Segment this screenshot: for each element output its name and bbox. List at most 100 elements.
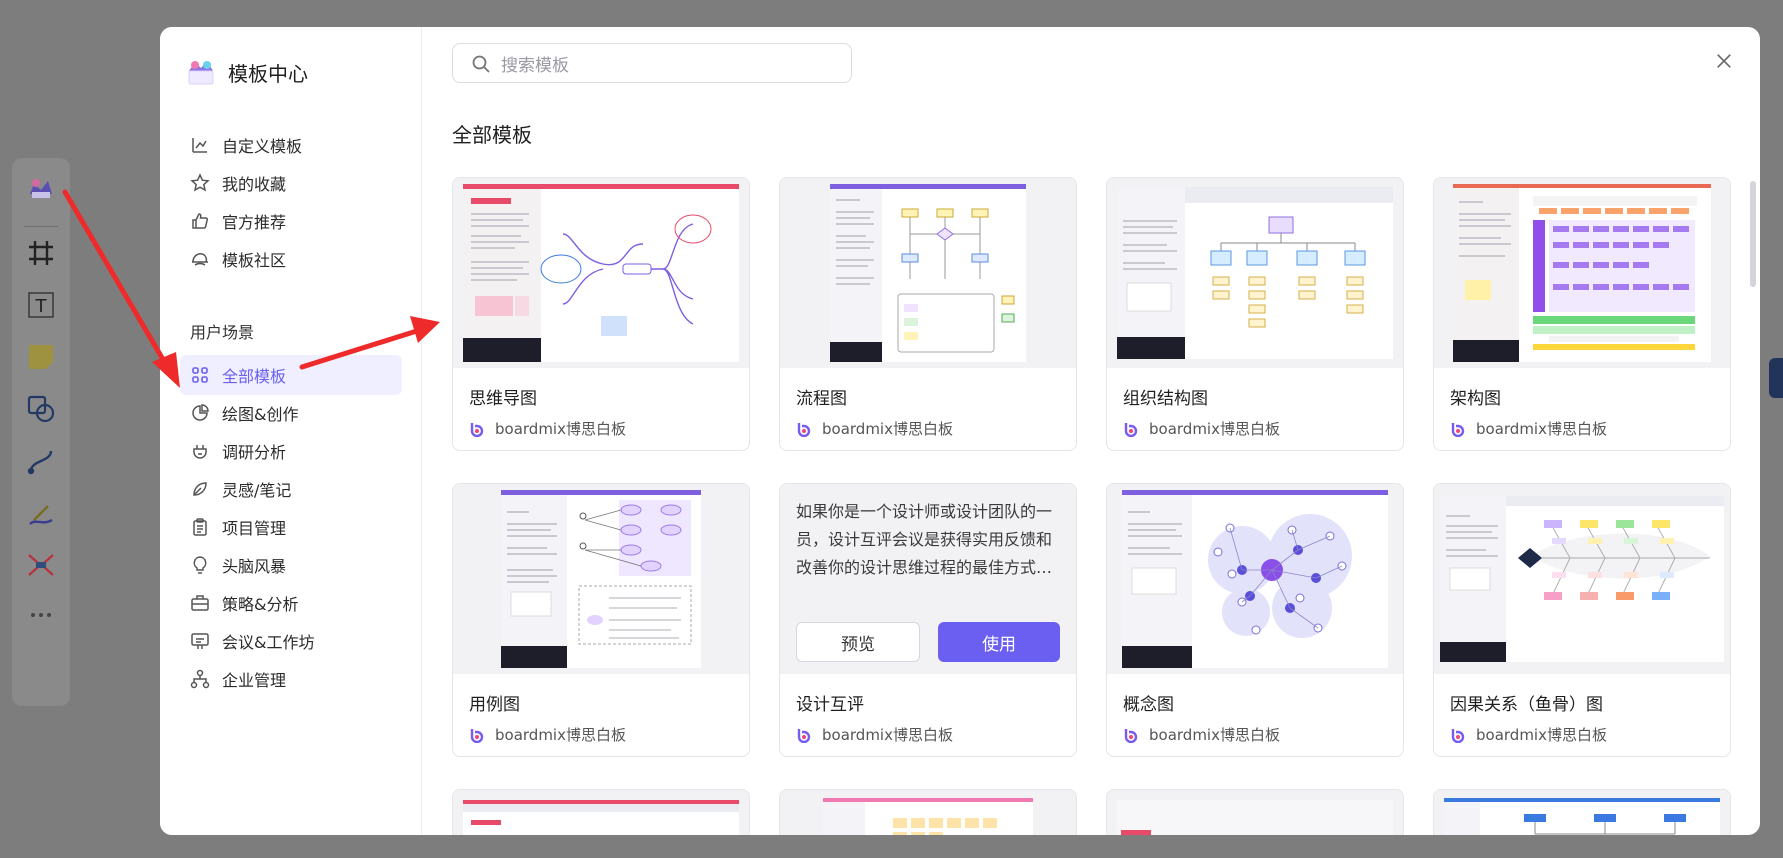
concept-map-preview [1122, 490, 1388, 668]
card-author: boardmix博思白板 [469, 724, 626, 745]
partial-preview [823, 798, 1033, 835]
nav-item-meeting[interactable]: 会议&工作坊 [180, 621, 402, 661]
nav-item-custom-template[interactable]: 自定义模板 [180, 125, 402, 165]
author-name: boardmix博思白板 [822, 726, 953, 744]
star-icon [190, 173, 210, 192]
close-icon [1717, 54, 1731, 68]
nav-label: 自定义模板 [222, 137, 303, 156]
shape-icon[interactable] [24, 392, 58, 426]
nav-item-drawing[interactable]: 绘图&创作 [180, 393, 402, 433]
nav-item-research[interactable]: 调研分析 [180, 431, 402, 471]
nav-label: 绘图&创作 [222, 405, 299, 424]
search-input[interactable]: 搜索模板 [452, 43, 852, 83]
whiteboard-toolbar: T [12, 158, 70, 706]
nav-item-project[interactable]: 项目管理 [180, 507, 402, 547]
brand: 模板中心 [186, 57, 308, 87]
template-thumbnail [1107, 178, 1403, 368]
nav-label: 企业管理 [222, 671, 287, 690]
template-card-partial[interactable] [1433, 789, 1731, 835]
card-title: 流程图 [796, 389, 847, 409]
usecase-preview [501, 490, 701, 668]
template-card-partial[interactable] [1106, 789, 1404, 835]
use-button[interactable]: 使用 [938, 622, 1060, 662]
nav-item-brainstorm[interactable]: 头脑风暴 [180, 545, 402, 585]
boardmix-logo-icon [469, 421, 485, 437]
research-icon [193, 445, 207, 459]
template-thumbnail [780, 178, 1076, 368]
modal-main: 搜索模板 全部模板 思维导图 boardmix博思白板 流程图 boardmix… [422, 27, 1760, 835]
scrollbar-thumb[interactable] [1750, 181, 1756, 287]
card-title: 架构图 [1450, 389, 1501, 409]
template-thumbnail [453, 790, 749, 835]
template-hover-panel: 如果你是一个设计师或设计团队的一员，设计互评会议是获得实用反馈和改善你的设计思维… [780, 484, 1076, 674]
nav-item-official[interactable]: 官方推荐 [180, 201, 402, 241]
boardmix-logo-icon [1123, 727, 1139, 743]
nav-label: 灵感/笔记 [222, 481, 292, 500]
nav-item-favorites[interactable]: 我的收藏 [180, 163, 402, 203]
pie-icon [192, 404, 209, 421]
orgchart-preview [1117, 187, 1393, 359]
template-thumbnail [1434, 790, 1730, 835]
template-card-orgchart[interactable]: 组织结构图 boardmix博思白板 [1106, 177, 1404, 451]
section-title: 全部模板 [452, 123, 532, 147]
fishbone-preview [1440, 496, 1724, 662]
mindmap-preview [463, 184, 739, 362]
pen-icon[interactable] [24, 496, 58, 530]
card-title: 用例图 [469, 695, 520, 715]
more-icon[interactable] [24, 598, 58, 632]
template-card-fishbone[interactable]: 因果关系（鱼骨）图 boardmix博思白板 [1433, 483, 1731, 757]
card-title: 概念图 [1123, 695, 1174, 715]
nav-item-strategy[interactable]: 策略&分析 [180, 583, 402, 623]
template-card-mindmap[interactable]: 思维导图 boardmix博思白板 [452, 177, 750, 451]
connector-icon[interactable] [24, 444, 58, 478]
architecture-preview [1453, 184, 1711, 362]
card-author: boardmix博思白板 [796, 724, 953, 745]
template-card-partial[interactable] [779, 789, 1077, 835]
template-thumbnail [1434, 178, 1730, 368]
nav-item-notes[interactable]: 灵感/笔记 [180, 469, 402, 509]
template-icon[interactable] [24, 170, 58, 204]
card-author: boardmix博思白板 [469, 418, 626, 439]
community-icon [192, 253, 208, 266]
card-author: boardmix博思白板 [796, 418, 953, 439]
template-card-design-review[interactable]: 如果你是一个设计师或设计团队的一员，设计互评会议是获得实用反馈和改善你的设计思维… [779, 483, 1077, 757]
template-thumbnail [1434, 484, 1730, 674]
card-author: boardmix博思白板 [1450, 418, 1607, 439]
nav-label: 全部模板 [222, 367, 287, 386]
template-card-architecture[interactable]: 架构图 boardmix博思白板 [1433, 177, 1731, 451]
boardmix-logo-icon [796, 727, 812, 743]
author-name: boardmix博思白板 [495, 726, 626, 744]
author-name: boardmix博思白板 [822, 420, 953, 438]
bulb-icon [193, 556, 207, 574]
card-title: 思维导图 [469, 389, 537, 409]
nav-item-all-templates[interactable]: 全部模板 [180, 355, 402, 395]
section-label-scenes: 用户场景 [190, 323, 255, 342]
custom-template-icon [192, 138, 207, 153]
sticky-note-icon[interactable] [24, 340, 58, 374]
nav-item-community[interactable]: 模板社区 [180, 239, 402, 279]
template-center-modal: 模板中心 自定义模板 我的收藏 官方推荐 模板社区 用户场景 全部模板 绘图&创… [160, 27, 1760, 835]
frame-icon[interactable] [24, 236, 58, 270]
template-card-concept-map[interactable]: 概念图 boardmix博思白板 [1106, 483, 1404, 757]
card-title: 因果关系（鱼骨）图 [1450, 695, 1603, 715]
mindmap-icon[interactable] [24, 548, 58, 582]
boardmix-logo-icon [1450, 727, 1466, 743]
template-card-flowchart[interactable]: 流程图 boardmix博思白板 [779, 177, 1077, 451]
boardmix-logo-icon [796, 421, 812, 437]
author-name: boardmix博思白板 [1476, 726, 1607, 744]
close-button[interactable] [1712, 49, 1736, 73]
nav-label: 头脑风暴 [222, 557, 287, 576]
author-name: boardmix博思白板 [1149, 726, 1280, 744]
template-thumbnail [453, 484, 749, 674]
thumbs-up-icon [192, 213, 209, 229]
partial-preview [1444, 798, 1720, 835]
text-icon[interactable]: T [24, 288, 58, 322]
preview-button[interactable]: 预览 [796, 622, 920, 662]
template-card-usecase[interactable]: 用例图 boardmix博思白板 [452, 483, 750, 757]
template-thumbnail [453, 178, 749, 368]
template-card-partial[interactable] [452, 789, 750, 835]
nav-item-enterprise[interactable]: 企业管理 [180, 659, 402, 699]
svg-text:T: T [35, 296, 48, 317]
card-title: 组织结构图 [1123, 389, 1208, 409]
card-author: boardmix博思白板 [1123, 724, 1280, 745]
